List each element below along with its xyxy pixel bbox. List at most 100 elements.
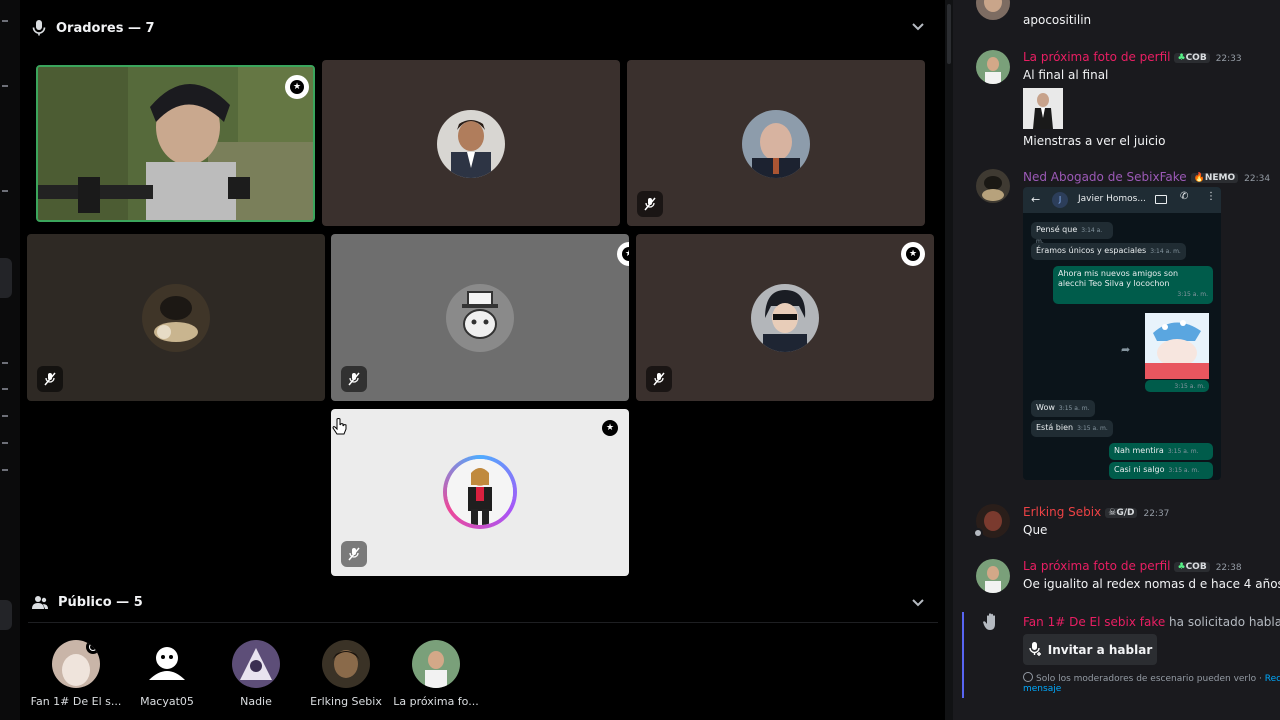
reject-link[interactable]: Rechazar — [1265, 674, 1280, 684]
invite-to-speak-button[interactable]: Invitar a hablar — [1023, 634, 1157, 665]
user-avatar[interactable] — [976, 169, 1010, 203]
speakers-title: Oradores — 7 — [56, 20, 155, 36]
chat-bubble: Ahora mis nuevos amigos son alecchi Teo S… — [1053, 266, 1213, 304]
message-text: apocositilin — [1023, 13, 1092, 27]
chat-bubble: Casi ni salgo 3:15 a. m. — [1109, 462, 1213, 479]
status-icon — [973, 528, 983, 538]
strip-mark — [2, 415, 8, 417]
timestamp: 22:34 — [1244, 174, 1271, 184]
chevron-down-icon[interactable] — [912, 20, 924, 34]
speaker-avatar — [751, 284, 819, 352]
audience-avatar — [143, 640, 191, 688]
contact-name: Javier Homos... — [1078, 194, 1146, 204]
message-header: La próxima foto de perfil ♣COB 22:33 — [1023, 50, 1242, 64]
stage-scrollbar[interactable] — [945, 0, 953, 720]
raised-hand-icon — [983, 612, 1001, 636]
audience-avatar — [232, 640, 280, 688]
audience-member[interactable]: Erlking Sebix — [298, 640, 394, 708]
speaker-avatar — [742, 110, 810, 178]
speaker-tile[interactable] — [627, 60, 925, 226]
audience-title: Público — 5 — [58, 594, 143, 610]
chat-bubble: Pensé que 3:14 a. m. — [1031, 222, 1113, 245]
request-highlight-bar — [962, 612, 964, 698]
sticker-image — [1145, 313, 1209, 379]
moderator-badge-icon: ★ — [599, 417, 621, 439]
strip-mark — [2, 85, 8, 87]
role-tag: ♣COB — [1174, 562, 1210, 572]
speaker-avatar — [437, 110, 505, 178]
timestamp: 22:33 — [1215, 54, 1242, 64]
stage-panel: Oradores — 7 ★ ★ ★ ★ Público — 5 Fan 1# … — [20, 0, 945, 720]
strip-mark — [2, 190, 8, 192]
speaker-tile[interactable] — [322, 60, 620, 226]
strip-mark — [2, 442, 8, 444]
speaker-tile[interactable]: ★ — [331, 409, 629, 576]
audience-member[interactable]: Macyat05 — [122, 640, 212, 708]
audience-member[interactable]: Fan 1# De El s... — [28, 640, 124, 708]
muted-mic-icon — [341, 541, 367, 567]
message-text: Oe igualito al redex nomas d e hace 4 añ… — [1023, 577, 1280, 591]
audience-divider — [28, 622, 938, 623]
speaker-tile[interactable] — [27, 234, 325, 401]
request-action: ha solicitado hablar. 2 — [1169, 615, 1280, 629]
speaker-avatar — [447, 459, 513, 525]
strip-selector[interactable] — [0, 258, 12, 298]
audience-member[interactable]: Nadie — [210, 640, 302, 708]
leaf-icon: ♣ — [1177, 53, 1186, 63]
audience-name: Nadie — [240, 695, 272, 708]
forward-icon: ➦ — [1121, 343, 1131, 356]
speaker-tile[interactable]: ★ — [331, 234, 629, 401]
chat-bubble: Wow 3:15 a. m. — [1031, 400, 1095, 417]
audience-header[interactable]: Público — 5 — [32, 588, 143, 616]
chat-bubble: Éramos únicos y espaciales 3:14 a. m. — [1031, 243, 1186, 260]
menu-dots-icon: ⋮ — [1206, 191, 1216, 202]
leaf-icon: ♣ — [1177, 562, 1186, 572]
role-tag: 🔥NEMO — [1190, 173, 1239, 183]
moderator-badge-icon: ★ — [901, 242, 925, 266]
audience-member[interactable]: La próxima fo... — [390, 640, 482, 708]
request-line: Fan 1# De El sebix fake ha solicitado ha… — [1023, 615, 1280, 629]
message-image[interactable] — [1023, 88, 1063, 129]
moderator-badge-icon: ★ — [285, 75, 309, 99]
speakers-header[interactable]: Oradores — 7 — [32, 14, 155, 42]
reject-link-cont[interactable]: mensaje — [1023, 684, 1061, 694]
audience-name: Macyat05 — [140, 695, 194, 708]
left-strip — [0, 0, 20, 720]
chat-bubble: Nah mentira 3:15 a. m. — [1109, 443, 1213, 460]
scrollbar-thumb[interactable] — [947, 4, 951, 64]
speaker-avatar — [446, 284, 514, 352]
camera-feed — [38, 67, 313, 220]
sticker-time: 3:15 a. m. — [1145, 380, 1209, 392]
message-image-screenshot[interactable]: ← J Javier Homos... ✆ ⋮ Pensé que 3:14 a.… — [1023, 187, 1221, 480]
username[interactable]: La próxima foto de perfil — [1023, 559, 1170, 573]
user-avatar[interactable] — [976, 559, 1010, 593]
fire-icon: 🔥 — [1193, 173, 1205, 183]
message-header: Ned Abogado de SebixFake 🔥NEMO 22:34 — [1023, 170, 1270, 184]
username[interactable]: Ned Abogado de SebixFake — [1023, 170, 1187, 184]
screenshot-header: ← J Javier Homos... ✆ ⋮ — [1023, 187, 1221, 213]
moderator-badge-icon: ★ — [617, 242, 629, 266]
role-tag: ☠G/D — [1105, 508, 1138, 518]
timestamp: 22:38 — [1215, 563, 1242, 573]
strip-mark — [2, 469, 8, 471]
audience-avatar — [52, 640, 100, 688]
requester-name[interactable]: Fan 1# De El sebix fake — [1023, 615, 1165, 629]
chevron-down-icon[interactable] — [912, 596, 924, 610]
video-icon — [1155, 195, 1167, 204]
hand-cursor-icon — [332, 418, 347, 435]
username[interactable]: La próxima foto de perfil — [1023, 50, 1170, 64]
username[interactable]: Erlking Sebix — [1023, 505, 1101, 519]
user-avatar[interactable] — [976, 50, 1010, 84]
speaker-avatar — [142, 284, 210, 352]
audience-avatar — [412, 640, 460, 688]
strip-selector[interactable] — [0, 600, 12, 630]
back-arrow-icon: ← — [1031, 193, 1041, 206]
strip-mark — [2, 388, 8, 390]
audience-name: La próxima fo... — [393, 695, 479, 708]
message-text: Mienstras a ver el juicio — [1023, 134, 1166, 148]
microphone-plus-icon — [1029, 642, 1041, 656]
speaker-tile[interactable]: ★ — [636, 234, 934, 401]
strip-mark — [2, 20, 8, 22]
speaker-tile-video[interactable]: ★ — [36, 65, 315, 222]
audience-avatar — [322, 640, 370, 688]
